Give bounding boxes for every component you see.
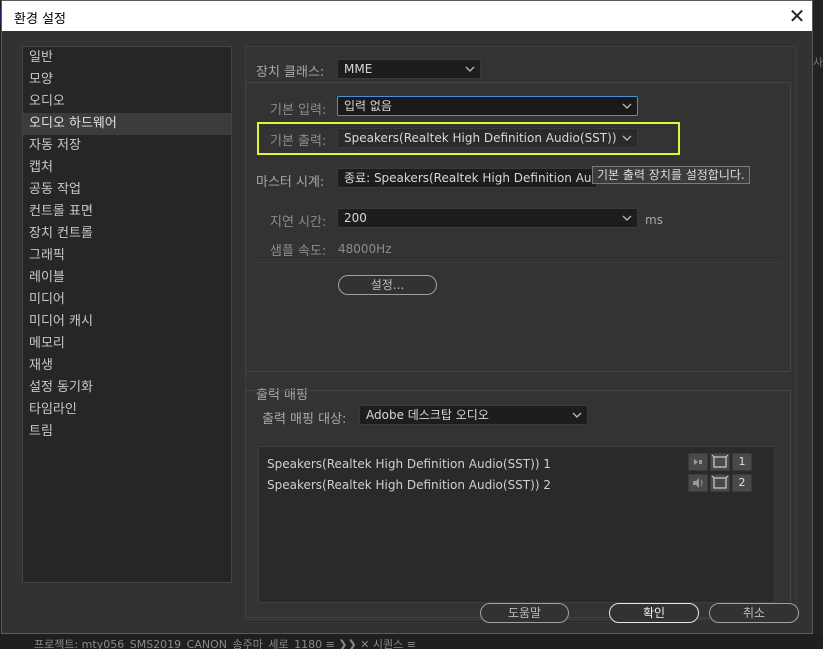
nav-item[interactable]: 컨트롤 표면 [23,201,231,223]
nav-item[interactable]: 트림 [23,421,231,443]
nav-item[interactable]: 그래픽 [23,245,231,267]
output-mapping-target-value: Adobe 데스크탑 오디오 [366,408,489,422]
output-mapping-list: Speakers(Realtek High Definition Audio(S… [258,446,775,603]
sample-rate-value: 48000Hz [338,242,392,256]
default-input-select[interactable]: 입력 없음 [337,96,638,116]
cancel-button[interactable]: 취소 [709,603,799,623]
latency-unit: ms [645,213,663,227]
chevron-down-icon [571,406,583,424]
background-timeline-tabs: 프로젝트: mty056_SMS2019_CANON_송주마_세로_1180 ≡… [0,634,823,649]
master-clock-select[interactable]: 종료: Speakers(Realtek High Definition Aud… [337,168,597,188]
help-button[interactable]: 도움말 [480,603,569,623]
background-panel-label: 사 [813,56,823,69]
device-class-select[interactable]: MME [337,59,481,79]
default-output-select[interactable]: Speakers(Realtek High Definition Audio(S… [337,128,638,148]
play-icon[interactable] [688,453,708,471]
chevron-down-icon [621,209,633,227]
master-clock-value: 종료: Speakers(Realtek High Definition Aud… [344,171,597,185]
nav-item[interactable]: 미디어 [23,289,231,311]
device-class-value: MME [344,62,373,76]
nav-item[interactable]: 타임라인 [23,399,231,421]
nav-item[interactable]: 캡처 [23,157,231,179]
channel-number-1: 1 [732,453,752,471]
ok-button[interactable]: 확인 [609,603,699,623]
nav-item[interactable]: 재생 [23,355,231,377]
nav-item[interactable]: 자동 저장 [23,135,231,157]
output-tooltip: 기본 출력 장치를 설정합니다. [592,166,750,184]
latency-value: 200 [344,211,367,225]
dialog-titlebar: 환경 설정 ✕ [2,1,812,31]
channel-frame-icon[interactable] [710,474,730,492]
background-app-panel [813,0,823,649]
nav-item[interactable]: 일반 [23,47,231,69]
nav-item[interactable]: 레이블 [23,267,231,289]
chevron-down-icon [464,60,476,78]
nav-item[interactable]: 모양 [23,69,231,91]
output-mapping-row-2: Speakers(Realtek High Definition Audio(S… [267,478,551,492]
device-class-label: 장치 클래스: [256,65,325,80]
preferences-category-list: 일반 모양 오디오 오디오 하드웨어 자동 저장 캡처 공동 작업 컨트롤 표면 장치 컨트롤 그… [22,46,232,583]
nav-item[interactable]: 설정 동기화 [23,377,231,399]
output-mapping-target-select[interactable]: Adobe 데스크탑 오디오 [359,405,588,425]
chevron-down-icon [621,97,633,115]
divider [256,262,781,263]
default-output-label: 기본 출력: [270,134,327,149]
latency-label: 지연 시간: [270,215,327,230]
default-input-value: 입력 없음 [344,99,392,113]
nav-item[interactable]: 오디오 [23,91,231,113]
default-input-label: 기본 입력: [270,103,327,118]
latency-select[interactable]: 200 [337,208,638,228]
nav-item[interactable]: 미디어 캐시 [23,311,231,333]
nav-item[interactable]: 장치 컨트롤 [23,223,231,245]
output-mapping-target-label: 출력 매핑 대상: [262,408,347,427]
master-clock-label: 마스터 시계: [256,175,325,190]
nav-item[interactable]: 메모리 [23,333,231,355]
device-settings-button[interactable]: 설정... [338,275,437,295]
chevron-down-icon [621,129,633,147]
default-output-value: Speakers(Realtek High Definition Audio(S… [344,131,617,145]
channel-number-2: 2 [732,474,752,492]
channel-frame-icon[interactable] [710,453,730,471]
nav-item[interactable]: 공동 작업 [23,179,231,201]
dialog-title: 환경 설정 [14,12,66,27]
output-mapping-row-1: Speakers(Realtek High Definition Audio(S… [267,457,551,471]
nav-item[interactable]: 오디오 하드웨어 [23,113,231,135]
close-icon[interactable]: ✕ [782,3,812,29]
sample-rate-label: 샘플 속도: [270,244,327,259]
speaker-icon[interactable] [688,474,708,492]
